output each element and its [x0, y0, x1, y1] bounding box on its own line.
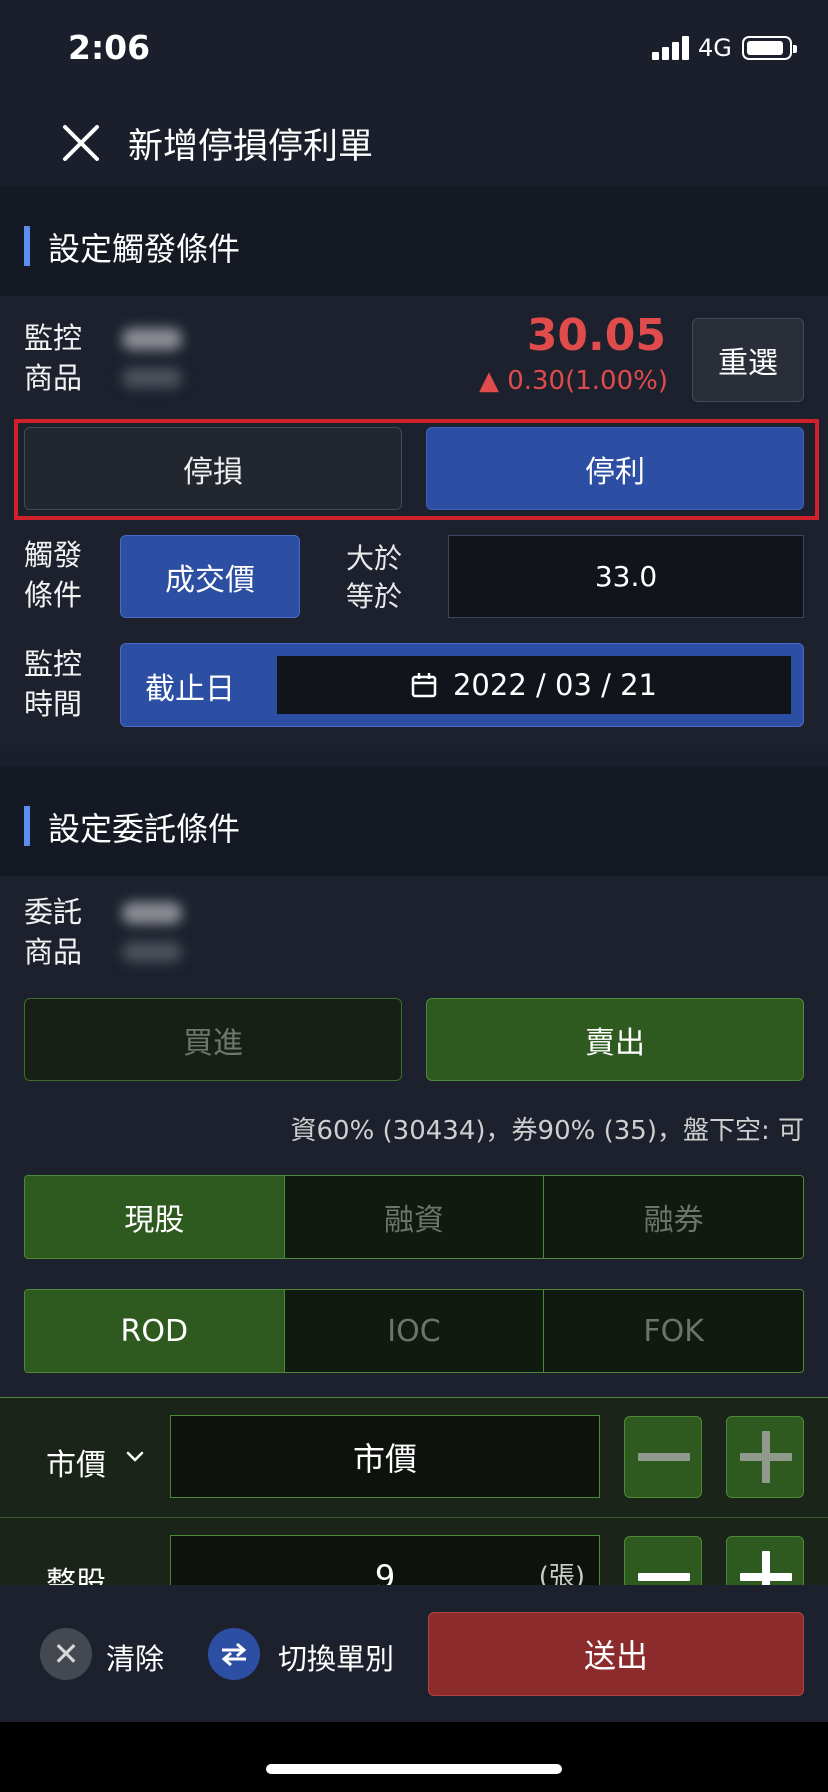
page-title: 新增停損停利單 [128, 127, 374, 167]
trade-type-short[interactable]: 融券 [544, 1176, 803, 1258]
trade-type-margin[interactable]: 融資 [284, 1176, 545, 1258]
network-type: 4G [698, 34, 732, 62]
home-indicator-area [0, 1722, 828, 1792]
order-type-segment: ROD IOC FOK [24, 1289, 804, 1373]
monitor-product-label: 監控 商品 [24, 321, 83, 395]
comparator-label: 大於 等於 [346, 542, 403, 613]
current-price: 30.05 [526, 310, 666, 361]
submit-button[interactable]: 送出 [428, 1612, 804, 1696]
reselect-button[interactable]: 重選 [692, 318, 804, 402]
section-accent-bar [24, 226, 30, 266]
entrust-section-header: 設定委託條件 [0, 766, 828, 876]
battery-icon [742, 36, 797, 60]
take-profit-button[interactable]: 停利 [426, 427, 804, 510]
monitor-time-selector[interactable]: 截止日 2022 / 03 / 21 [120, 643, 804, 727]
buy-button[interactable]: 買進 [24, 998, 402, 1081]
order-type-rod[interactable]: ROD [25, 1290, 285, 1372]
section-accent-bar [24, 806, 30, 846]
close-icon[interactable] [62, 124, 100, 162]
trade-type-segment: 現股 融資 融券 [24, 1175, 804, 1259]
status-time: 2:06 [68, 28, 151, 67]
stop-loss-button[interactable]: 停損 [24, 427, 402, 510]
price-type-dropdown[interactable]: 市價 [46, 1440, 106, 1484]
trigger-section-title: 設定觸發條件 [48, 230, 241, 268]
clear-button[interactable]: 清除 [106, 1636, 164, 1678]
order-type-fok[interactable]: FOK [544, 1290, 803, 1372]
home-indicator[interactable] [266, 1764, 562, 1774]
order-type-ioc[interactable]: IOC [284, 1290, 545, 1372]
signal-icon [652, 36, 692, 60]
price-change: ▲ 0.30(1.00%) [478, 366, 668, 396]
deadline-date-value: 2022 / 03 / 21 [452, 668, 658, 702]
entrust-product-label: 委託 商品 [24, 895, 83, 969]
deadline-label[interactable]: 截止日 [145, 664, 235, 708]
trigger-section-header: 設定觸發條件 [0, 186, 828, 296]
switch-order-button[interactable]: 切換單別 [278, 1636, 394, 1678]
trigger-condition-label: 觸發 條件 [24, 538, 83, 612]
entrust-product-name-blurred [122, 902, 182, 962]
trigger-type-button[interactable]: 成交價 [120, 535, 300, 618]
monitor-time-label: 監控 時間 [24, 647, 83, 721]
divider [0, 1517, 828, 1518]
monitor-product-name-blurred [122, 328, 182, 388]
calendar-icon [411, 673, 437, 698]
switch-icon[interactable] [208, 1628, 260, 1680]
margin-info: 資60% (30434)，券90% (35)，盤下空: 可 [290, 1116, 804, 1146]
chevron-down-icon[interactable] [126, 1448, 144, 1466]
trade-type-cash[interactable]: 現股 [25, 1176, 285, 1258]
price-input[interactable]: 市價 [170, 1415, 600, 1498]
deadline-date-field[interactable]: 2022 / 03 / 21 [277, 656, 791, 714]
price-decrease-button[interactable] [624, 1416, 702, 1498]
entrust-section-title: 設定委託條件 [48, 810, 241, 848]
clear-icon[interactable]: ✕ [40, 1628, 92, 1680]
price-increase-button[interactable] [726, 1416, 804, 1498]
sell-button[interactable]: 賣出 [426, 998, 804, 1081]
trigger-value-input[interactable]: 33.0 [448, 535, 804, 618]
